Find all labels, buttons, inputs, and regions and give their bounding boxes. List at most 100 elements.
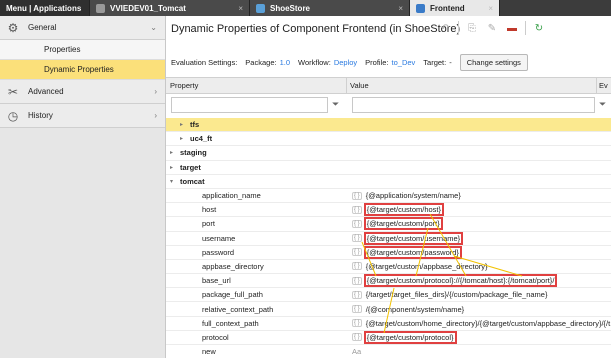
- tools-icon: ✂: [7, 84, 19, 99]
- property-value-text: {@target/custom/password}: [363, 245, 462, 259]
- table-row[interactable]: relative_context_path { }/{@component/sys…: [166, 302, 611, 317]
- tab-menu-applications[interactable]: Menu | Applications: [0, 0, 90, 16]
- value-filter-input[interactable]: [352, 97, 595, 113]
- toolbar: ↶ ⎘ ✎ ▬ ↻: [438, 21, 546, 35]
- tab-label: Menu | Applications: [6, 3, 82, 13]
- funnel-icon[interactable]: ⏷: [332, 99, 339, 110]
- copy-icon[interactable]: ⎘: [465, 21, 479, 35]
- chevron-down-icon: ⌄: [150, 23, 157, 32]
- target-label: Target:: [423, 58, 447, 67]
- property-value[interactable]: { } {@target/custom/protocol}://{/tomcat/…: [352, 274, 558, 288]
- sidebar-item-properties[interactable]: Properties: [0, 40, 165, 60]
- change-settings-button[interactable]: Change settings: [459, 54, 528, 71]
- table-row[interactable]: appbase_directory { } {@target/custom/appb…: [166, 260, 611, 275]
- table-row[interactable]: ▸ tfs: [166, 118, 611, 133]
- property-key: host: [202, 205, 217, 215]
- table-row[interactable]: ▸ uc4_ft: [166, 132, 611, 147]
- property-value-text: {@target/custom/protocol}://{/tomcat/hos…: [363, 274, 558, 288]
- property-key: appbase_directory: [202, 261, 264, 271]
- package-link[interactable]: 1.0: [280, 58, 290, 67]
- funnel-icon[interactable]: ⏷: [599, 99, 606, 110]
- expand-right-icon[interactable]: ▸: [170, 149, 173, 156]
- undo-icon[interactable]: ↶: [438, 21, 452, 35]
- column-header-value[interactable]: Value: [350, 81, 369, 90]
- tab-label: ShoeStore: [270, 3, 311, 13]
- expression-icon: { }: [352, 219, 362, 228]
- table-row[interactable]: host { } {@target/custom/host}: [166, 203, 611, 218]
- component-icon: [416, 3, 425, 13]
- table-row[interactable]: password { } {@target/custom/password}: [166, 245, 611, 260]
- sidebar-item-label: Properties: [44, 45, 81, 54]
- property-value-text: Aa: [352, 347, 362, 357]
- property-key: package_full_path: [202, 290, 263, 300]
- table-row[interactable]: port { } {@target/custom/port}: [166, 217, 611, 232]
- sidebar-group-general[interactable]: ⚙ General ⌄: [0, 16, 165, 40]
- expand-right-icon[interactable]: ▸: [180, 121, 183, 128]
- table-row[interactable]: full_context_path { } {@target/custom/home…: [166, 317, 611, 331]
- table-row[interactable]: protocol { } {@target/custom/protocol}: [166, 330, 611, 345]
- property-key: full_context_path: [202, 318, 259, 328]
- property-filter-input[interactable]: [171, 97, 328, 113]
- table-row[interactable]: package_full_path { } {/target/target_file…: [166, 288, 611, 303]
- property-value-text: {@target/custom/appbase_directory}: [365, 261, 488, 271]
- expression-icon: { }: [352, 262, 362, 271]
- package-label: Package:: [245, 58, 277, 67]
- property-key: target: [180, 162, 201, 172]
- edit-icon[interactable]: ✎: [485, 21, 499, 35]
- property-value[interactable]: { } {/target/target_files_dirs}/{/custom/…: [352, 290, 547, 299]
- property-value[interactable]: Aa: [352, 347, 361, 356]
- column-divider[interactable]: [346, 78, 347, 94]
- table-row[interactable]: ▾ tomcat: [166, 175, 611, 189]
- column-header-property[interactable]: Property: [170, 81, 198, 90]
- property-value-text: {@application/system/name}: [365, 191, 461, 201]
- table-row[interactable]: ▸ staging: [166, 146, 611, 161]
- tab-shoestore[interactable]: ShoeStore ×: [250, 0, 410, 16]
- property-value[interactable]: { } {@target/custom/home_directory}/{@tar…: [352, 319, 611, 328]
- property-key: uc4_ft: [190, 134, 213, 144]
- refresh-icon[interactable]: ↻: [532, 21, 546, 35]
- tab-vviedev01-tomcat[interactable]: VVIEDEV01_Tomcat ×: [90, 0, 250, 16]
- sidebar-item-dynamic-properties[interactable]: Dynamic Properties: [0, 60, 165, 80]
- property-key: protocol: [202, 332, 229, 342]
- property-key: port: [202, 219, 215, 229]
- expand-right-icon[interactable]: ▸: [170, 164, 173, 171]
- column-divider[interactable]: [596, 78, 597, 94]
- table-row[interactable]: ▸ target: [166, 161, 611, 175]
- expression-icon: { }: [352, 276, 362, 285]
- property-value[interactable]: { } {@application/system/name}: [352, 191, 461, 200]
- profile-link[interactable]: to_Dev: [392, 58, 416, 67]
- main-panel: Dynamic Properties of Component Frontend…: [166, 16, 611, 358]
- table-row[interactable]: username { } {@target/custom/username}: [166, 231, 611, 246]
- property-value[interactable]: { } {@target/custom/port}: [352, 217, 443, 231]
- workflow-link[interactable]: Deploy: [334, 58, 357, 67]
- chevron-right-icon: ›: [154, 87, 157, 96]
- property-value[interactable]: { } {@target/custom/appbase_directory}: [352, 262, 488, 271]
- close-icon[interactable]: ×: [238, 4, 243, 13]
- property-value[interactable]: { } {@target/custom/protocol}: [352, 330, 457, 344]
- property-key: tfs: [190, 120, 200, 130]
- property-value[interactable]: { } {@target/custom/host}: [352, 203, 445, 217]
- table-row[interactable]: new Aa: [166, 345, 611, 358]
- chevron-right-icon: ›: [154, 111, 157, 120]
- sidebar-group-advanced[interactable]: ✂ Advanced ›: [0, 80, 165, 104]
- expression-icon: { }: [352, 248, 362, 257]
- expression-icon: { }: [352, 333, 362, 342]
- property-value[interactable]: { }/{@component/system/name}: [352, 305, 464, 314]
- property-value[interactable]: { } {@target/custom/username}: [352, 231, 464, 245]
- table-row[interactable]: application_name { } {@application/system/…: [166, 189, 611, 204]
- tab-frontend[interactable]: Frontend ×: [410, 0, 500, 16]
- table-row[interactable]: base_url { } {@target/custom/protocol}://{…: [166, 274, 611, 289]
- column-header-ev[interactable]: Ev: [599, 81, 608, 90]
- workflow-label: Workflow:: [298, 58, 331, 67]
- expand-right-icon[interactable]: ▸: [180, 135, 183, 142]
- close-icon[interactable]: ×: [488, 4, 493, 13]
- clock-icon: ◷: [7, 108, 19, 123]
- tab-label: VVIEDEV01_Tomcat: [110, 3, 186, 13]
- delete-icon[interactable]: ▬: [505, 21, 519, 35]
- close-icon[interactable]: ×: [398, 4, 403, 13]
- property-value[interactable]: { } {@target/custom/password}: [352, 245, 462, 259]
- tab-bar: Menu | Applications VVIEDEV01_Tomcat × S…: [0, 0, 611, 16]
- expand-down-icon[interactable]: ▾: [170, 178, 173, 185]
- profile-label: Profile:: [365, 58, 389, 67]
- sidebar-group-history[interactable]: ◷ History ›: [0, 104, 165, 128]
